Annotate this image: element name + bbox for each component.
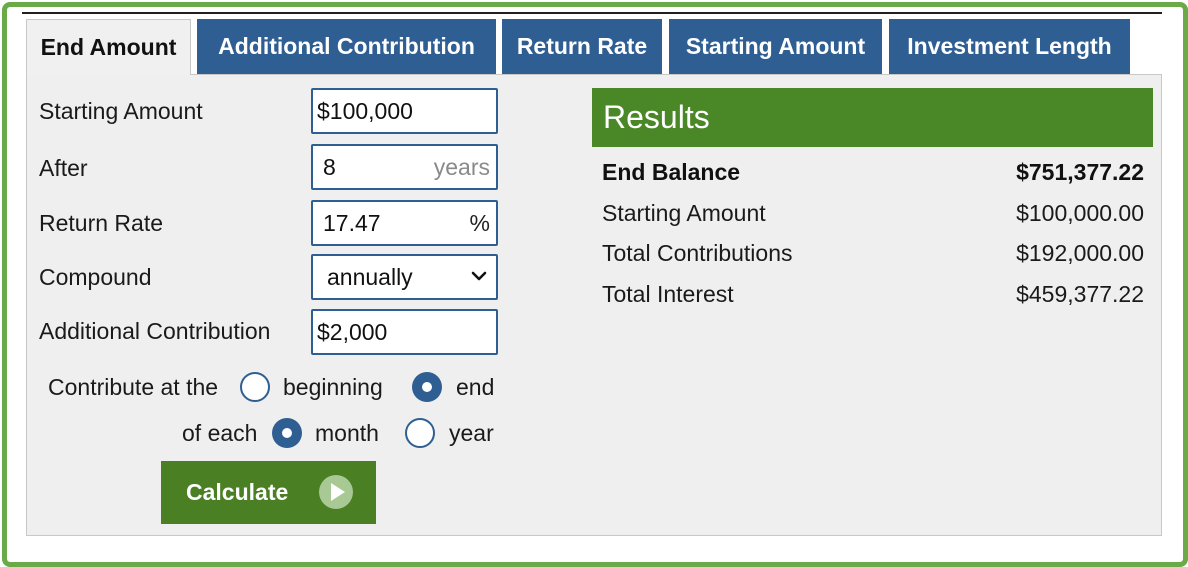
chevron-down-icon (471, 271, 487, 281)
radio-month-label[interactable]: month (315, 419, 379, 447)
calculate-label: Calculate (186, 479, 289, 505)
result-value-total-contributions: $192,000.00 (1016, 240, 1144, 266)
radio-beginning[interactable] (240, 372, 270, 402)
compound-select[interactable]: annually (311, 254, 498, 300)
starting-amount-input[interactable] (313, 90, 496, 132)
radio-end[interactable] (412, 372, 442, 402)
tab-return-rate[interactable]: Return Rate (502, 19, 662, 74)
after-label: After (39, 155, 88, 181)
radio-year-label[interactable]: year (449, 419, 494, 447)
tab-additional-contribution[interactable]: Additional Contribution (197, 19, 496, 74)
tab-end-amount[interactable]: End Amount (26, 19, 191, 75)
return-rate-input[interactable] (313, 202, 496, 244)
additional-contribution-label: Additional Contribution (39, 318, 271, 344)
play-circle-icon (319, 475, 353, 509)
additional-contribution-field[interactable] (311, 309, 498, 355)
compound-selected-value: annually (327, 263, 413, 290)
return-rate-field[interactable]: % (311, 200, 498, 246)
contribute-at-label: Contribute at the (48, 374, 219, 400)
result-value-end-balance: $751,377.22 (1016, 159, 1144, 185)
radio-beginning-label[interactable]: beginning (283, 373, 383, 401)
radio-year[interactable] (405, 418, 435, 448)
top-rule (22, 12, 1162, 14)
after-field[interactable]: years (311, 144, 498, 190)
results-title: Results (592, 88, 1153, 147)
of-each-label: of each (182, 420, 258, 446)
result-label-total-interest: Total Interest (602, 281, 734, 307)
compound-label: Compound (39, 264, 152, 290)
radio-end-label[interactable]: end (456, 373, 494, 401)
result-label-total-contributions: Total Contributions (602, 240, 793, 266)
starting-amount-field[interactable] (311, 88, 498, 134)
result-label-starting-amount: Starting Amount (602, 200, 766, 226)
result-value-starting-amount: $100,000.00 (1016, 200, 1144, 226)
radio-month[interactable] (272, 418, 302, 448)
result-label-end-balance: End Balance (602, 159, 741, 185)
tab-starting-amount[interactable]: Starting Amount (669, 19, 882, 74)
years-unit: years (433, 153, 490, 180)
percent-unit: % (469, 209, 490, 236)
additional-contribution-input[interactable] (313, 311, 496, 353)
return-rate-label: Return Rate (39, 210, 164, 236)
result-value-total-interest: $459,377.22 (1016, 281, 1144, 307)
tab-investment-length[interactable]: Investment Length (889, 19, 1130, 74)
starting-amount-label: Starting Amount (39, 98, 203, 124)
